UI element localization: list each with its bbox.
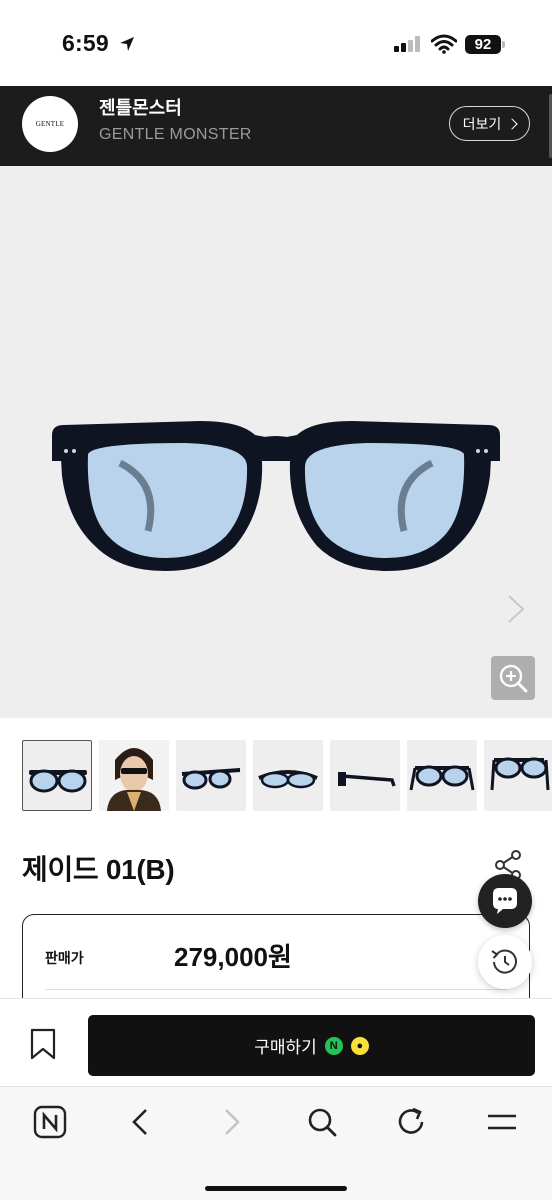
refresh-icon[interactable] [396, 1105, 428, 1144]
thumbnail-item[interactable] [330, 740, 400, 811]
battery-tip [502, 41, 505, 48]
home-indicator [205, 1186, 347, 1191]
kakao-pay-icon: ● [350, 1036, 369, 1055]
chat-button[interactable] [478, 874, 532, 928]
thumbnail-item[interactable] [99, 740, 169, 811]
zoom-in-icon [499, 664, 528, 693]
wifi-icon [430, 34, 458, 59]
search-icon[interactable] [306, 1105, 338, 1144]
back-arrow-icon[interactable] [128, 1105, 152, 1144]
chat-bubble-icon [493, 888, 517, 914]
status-time: 6:59 [62, 30, 109, 56]
chevron-right-icon [506, 117, 518, 130]
price-value: 279,000원 [174, 942, 292, 972]
thumbnail-item[interactable] [22, 740, 92, 811]
more-button[interactable]: 더보기 [449, 106, 530, 141]
product-title: 제이드 01(B) [22, 854, 175, 885]
status-bar: 6:59 92 [0, 0, 552, 86]
store-name[interactable]: 젠틀몬스터 [99, 94, 182, 120]
buy-button[interactable]: 구매하기 N ● [88, 1015, 535, 1076]
naver-home-icon[interactable] [33, 1105, 67, 1144]
recent-view-button[interactable] [478, 935, 532, 989]
buy-bar: 구매하기 N ● [0, 998, 552, 1086]
next-image-arrow-icon[interactable] [506, 593, 526, 630]
divider [45, 989, 507, 990]
cellular-signal-icon [394, 36, 422, 57]
thumbnail-strip [22, 740, 552, 811]
product-image[interactable] [0, 166, 552, 718]
zoom-button[interactable] [491, 656, 535, 700]
naver-pay-icon: N [324, 1036, 343, 1055]
price-label: 판매가 [45, 950, 84, 966]
store-logo[interactable]: GENTLE MONSTER [22, 96, 78, 184]
thumbnail-item[interactable] [484, 740, 552, 811]
battery-level: 92 [465, 35, 501, 54]
store-header: GENTLE MONSTER 젠틀몬스터 GENTLE MONSTER 더보기 [0, 86, 552, 184]
thumbnail-item[interactable] [407, 740, 477, 811]
buy-button-label: 구매하기 [254, 1038, 317, 1057]
location-arrow-icon [118, 35, 136, 58]
store-sub-name: GENTLE MONSTER [99, 126, 252, 143]
thumbnail-item[interactable] [253, 740, 323, 811]
glasses-image [52, 421, 500, 571]
history-icon [491, 949, 517, 974]
thumbnail-item[interactable] [176, 740, 246, 811]
browser-toolbar [0, 1086, 552, 1200]
menu-icon[interactable] [486, 1105, 518, 1144]
more-button-label: 더보기 [462, 115, 502, 132]
forward-arrow-icon[interactable] [220, 1105, 244, 1144]
bookmark-icon[interactable] [30, 1028, 56, 1065]
